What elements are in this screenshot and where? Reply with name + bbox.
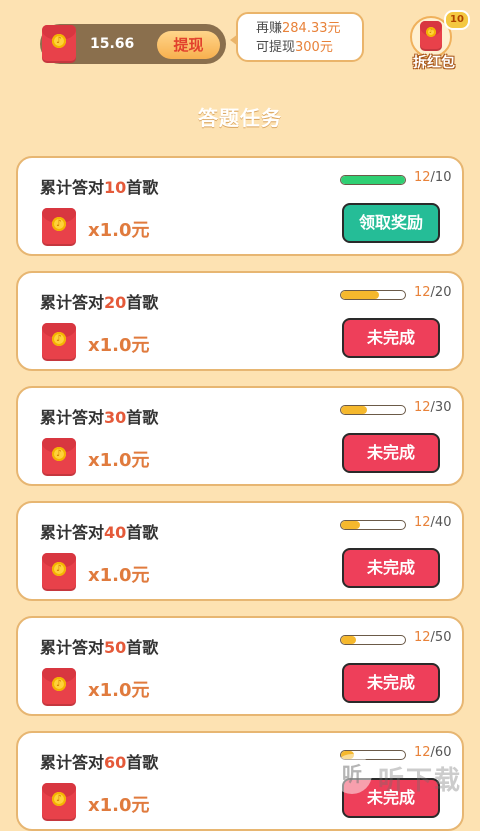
- task-card: 累计答对20首歌 ♪ x1.0元 12/20 未完成: [16, 271, 464, 371]
- withdrawable-prefix: 可提现: [256, 40, 296, 55]
- claim-reward-button[interactable]: 领取奖励: [342, 203, 440, 243]
- red-packet-icon: ♪: [42, 668, 76, 706]
- red-packet-icon: ♪: [42, 553, 76, 591]
- task-progress-text: 12/30: [414, 400, 452, 415]
- earn-prefix: 再赚: [256, 21, 283, 36]
- task-card: 累计答对10首歌 ♪ x1.0元 12/10 领取奖励: [16, 156, 464, 256]
- task-title: 累计答对10首歌: [40, 178, 159, 197]
- red-packet-icon: ♪: [420, 21, 442, 51]
- watermark-text: 听下载: [378, 766, 463, 796]
- task-reward: x1.0元: [88, 450, 150, 471]
- task-progress-text: 12/50: [414, 630, 452, 645]
- task-progress-fill: [341, 406, 367, 414]
- task-progress-text: 12/10: [414, 170, 452, 185]
- task-reward: x1.0元: [88, 335, 150, 356]
- task-progress-bar: [340, 635, 406, 645]
- red-packet-icon: ♪: [42, 25, 76, 63]
- task-title: 累计答对40首歌: [40, 523, 159, 542]
- red-packet-icon: ♪: [42, 208, 76, 246]
- task-progress-text: 12/40: [414, 515, 452, 530]
- task-reward: x1.0元: [88, 220, 150, 241]
- incomplete-button[interactable]: 未完成: [342, 663, 440, 703]
- task-progress-bar: [340, 175, 406, 185]
- task-progress-fill: [341, 636, 357, 644]
- task-card: 累计答对30首歌 ♪ x1.0元 12/30 未完成: [16, 386, 464, 486]
- incomplete-button[interactable]: 未完成: [342, 318, 440, 358]
- balance-amount: 15.66: [90, 36, 135, 52]
- task-title: 累计答对60首歌: [40, 753, 159, 772]
- task-progress-bar: [340, 405, 406, 415]
- task-card: 累计答对40首歌 ♪ x1.0元 12/40 未完成: [16, 501, 464, 601]
- red-packet-icon: ♪: [42, 438, 76, 476]
- red-packet-icon: ♪: [42, 783, 76, 821]
- red-packet-icon: ♪: [42, 323, 76, 361]
- task-progress-bar: [340, 520, 406, 530]
- task-progress-bar: [340, 290, 406, 300]
- task-progress-text: 12/20: [414, 285, 452, 300]
- withdrawable-amount: 300元: [295, 40, 333, 55]
- red-packet-count-badge: 10: [444, 10, 470, 30]
- open-red-packet-label: 拆红包: [413, 55, 455, 71]
- incomplete-button[interactable]: 未完成: [342, 433, 440, 473]
- incomplete-button[interactable]: 未完成: [342, 548, 440, 588]
- open-red-packet-button[interactable]: ♪ 10 拆红包: [404, 10, 470, 71]
- watermark-logo-icon: 听: [332, 754, 372, 794]
- earn-amount: 284.33元: [282, 21, 341, 36]
- task-progress-fill: [341, 176, 405, 184]
- task-progress-fill: [341, 521, 361, 529]
- withdraw-button[interactable]: 提现: [157, 31, 220, 59]
- task-progress-fill: [341, 291, 380, 299]
- task-title: 累计答对50首歌: [40, 638, 159, 657]
- task-reward: x1.0元: [88, 795, 150, 816]
- section-title: 答题任务: [198, 106, 282, 130]
- earn-tip-bubble: 再赚284.33元 可提现300元: [230, 12, 364, 62]
- watermark: 听 听下载: [320, 752, 480, 800]
- task-title: 累计答对20首歌: [40, 293, 159, 312]
- task-reward: x1.0元: [88, 565, 150, 586]
- task-title: 累计答对30首歌: [40, 408, 159, 427]
- task-card: 累计答对50首歌 ♪ x1.0元 12/50 未完成: [16, 616, 464, 716]
- task-reward: x1.0元: [88, 680, 150, 701]
